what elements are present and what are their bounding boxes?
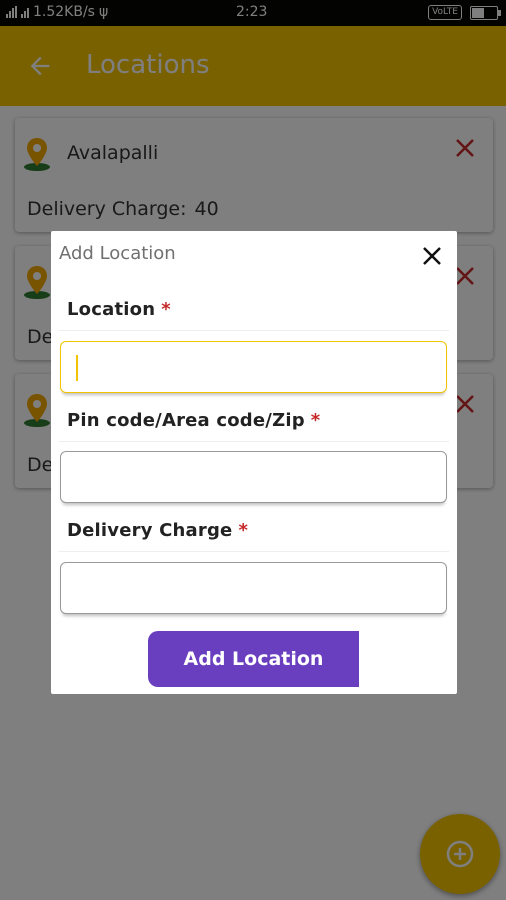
- field-label-text: Pin code/Area code/Zip: [67, 410, 305, 431]
- pincode-label: Pin code/Area code/Zip *: [67, 410, 320, 431]
- location-input[interactable]: [60, 341, 447, 393]
- close-icon[interactable]: [421, 245, 443, 267]
- delivery-charge-input[interactable]: [60, 562, 447, 614]
- dialog-title: Add Location: [59, 243, 176, 264]
- add-location-dialog: Add Location Location * Pin code/Area cod…: [51, 231, 457, 694]
- field-label-text: Location: [67, 299, 156, 320]
- required-mark: *: [310, 410, 321, 431]
- required-mark: *: [161, 299, 171, 320]
- divider: [59, 441, 449, 442]
- add-location-button[interactable]: Add Location: [148, 631, 359, 687]
- field-label-text: Delivery Charge: [67, 520, 233, 541]
- divider: [59, 551, 449, 552]
- required-mark: *: [238, 520, 249, 541]
- pincode-input[interactable]: [60, 451, 447, 503]
- text-caret: [76, 355, 78, 381]
- delivery-charge-field-label: Delivery Charge *: [67, 520, 248, 541]
- location-label: Location *: [67, 299, 171, 320]
- divider: [59, 330, 449, 331]
